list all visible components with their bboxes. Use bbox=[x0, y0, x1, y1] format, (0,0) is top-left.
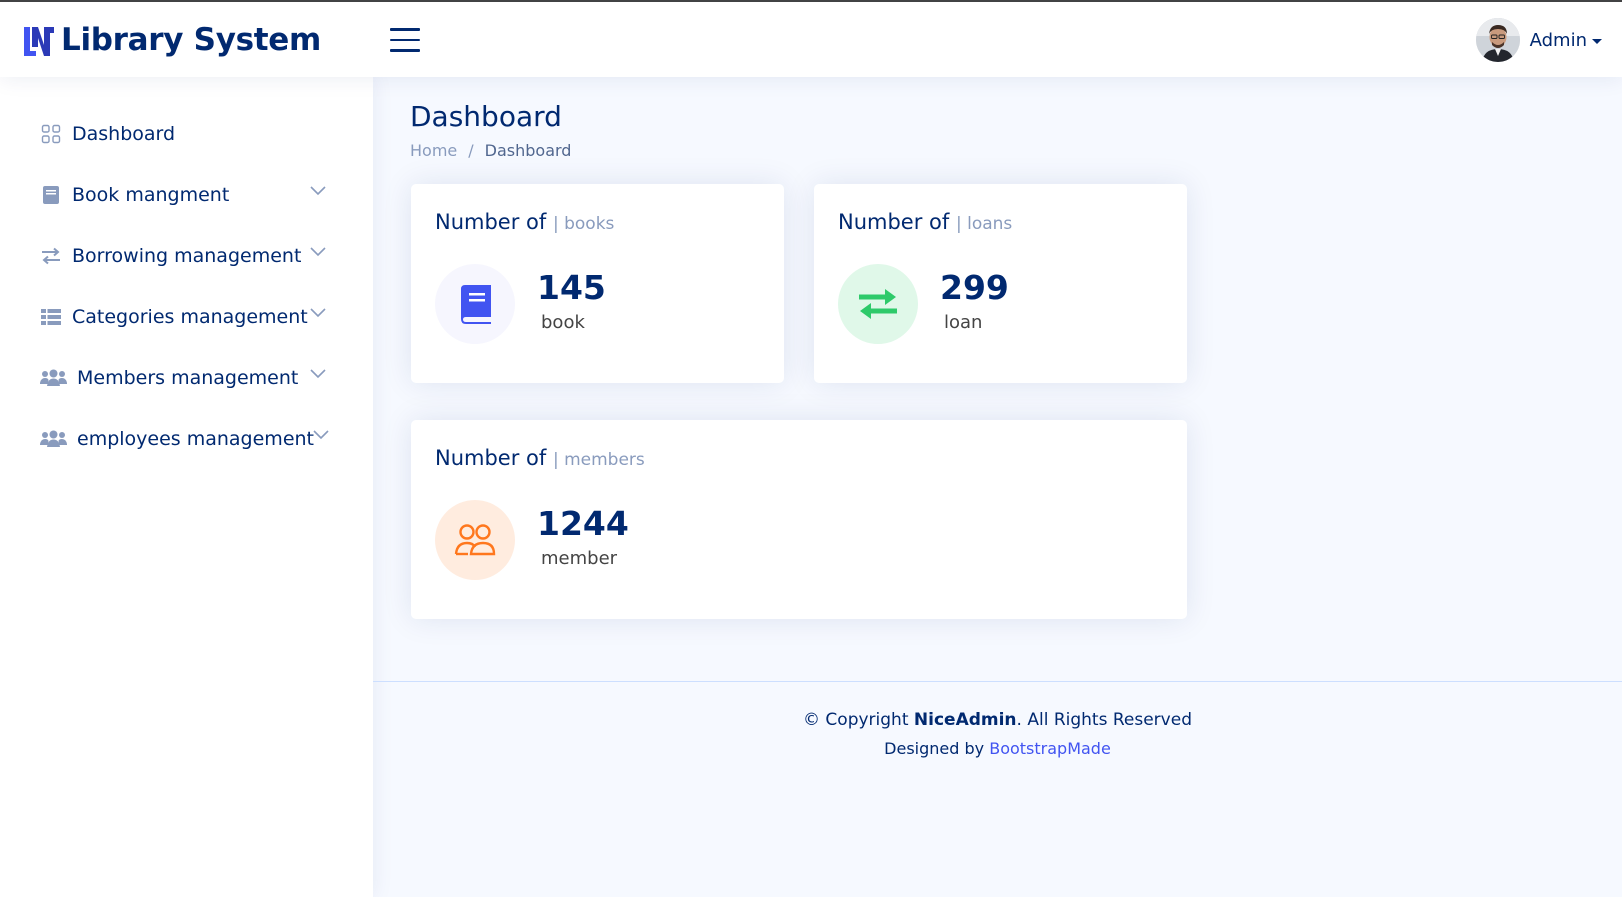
sidebar-item-borrowing-management[interactable]: Borrowing management bbox=[0, 225, 373, 286]
breadcrumb-separator: / bbox=[468, 141, 474, 160]
footer: © Copyright NiceAdmin. All Rights Reserv… bbox=[373, 681, 1622, 758]
card-title-text: Number of bbox=[838, 210, 950, 234]
chevron-down-icon bbox=[310, 369, 326, 379]
card-subtitle: | books bbox=[552, 214, 615, 234]
sidebar-item-label: Members management bbox=[77, 366, 299, 389]
card-title-text: Number of bbox=[435, 210, 547, 234]
sidebar-item-label: Categories management bbox=[72, 305, 308, 328]
breadcrumb-home-link[interactable]: Home bbox=[410, 141, 457, 160]
hamburger-line bbox=[390, 28, 420, 31]
copyright: © Copyright NiceAdmin. All Rights Reserv… bbox=[373, 710, 1622, 730]
arrows-icon bbox=[40, 245, 62, 267]
chevron-down-icon bbox=[310, 186, 326, 196]
people-icon bbox=[40, 428, 67, 450]
members-count: 1244 bbox=[537, 504, 629, 543]
logo[interactable]: Library System bbox=[22, 22, 321, 58]
page-title-section: Dashboard Home / Dashboard bbox=[410, 100, 571, 160]
chevron-down-icon bbox=[313, 430, 329, 440]
copyright-suffix: . All Rights Reserved bbox=[1016, 710, 1192, 730]
card-title: Number of | books bbox=[435, 210, 614, 234]
people-outline-icon bbox=[435, 500, 515, 580]
loans-unit: loan bbox=[944, 312, 983, 333]
sidebar-item-members-management[interactable]: Members management bbox=[0, 347, 373, 408]
sidebar-item-label: employees management bbox=[77, 427, 314, 450]
sidebar-item-book-management[interactable]: Book mangment bbox=[0, 164, 373, 225]
card-title-text: Number of bbox=[435, 446, 547, 470]
designed-by-text: Designed by bbox=[884, 739, 985, 758]
breadcrumb: Home / Dashboard bbox=[410, 141, 571, 160]
card-subtitle: | loans bbox=[955, 214, 1013, 234]
sidebar: Dashboard Book mangment Borrowing manage… bbox=[0, 77, 373, 897]
sidebar-toggle-hamburger-icon[interactable] bbox=[390, 28, 420, 52]
chevron-down-icon bbox=[310, 247, 326, 257]
sidebar-item-categories-management[interactable]: Categories management bbox=[0, 286, 373, 347]
books-count: 145 bbox=[537, 268, 606, 307]
books-card: Number of | books 145 book bbox=[411, 184, 784, 383]
loans-card: Number of | loans 299 loan bbox=[814, 184, 1187, 383]
app-title: Library System bbox=[61, 22, 321, 58]
credits: Designed by BootstrapMade bbox=[373, 739, 1622, 758]
breadcrumb-current: Dashboard bbox=[484, 141, 572, 160]
profile-name: Admin bbox=[1529, 29, 1587, 51]
copyright-prefix: © Copyright bbox=[803, 710, 909, 730]
sidebar-item-label: Dashboard bbox=[72, 122, 176, 145]
books-unit: book bbox=[541, 312, 585, 333]
hamburger-line bbox=[390, 49, 420, 52]
hamburger-line bbox=[390, 38, 420, 41]
card-title: Number of | members bbox=[435, 446, 645, 470]
copyright-brand: NiceAdmin bbox=[913, 710, 1017, 730]
logo-icon bbox=[24, 27, 54, 56]
sidebar-item-label: Book mangment bbox=[72, 183, 230, 206]
book-icon bbox=[40, 184, 62, 206]
card-subtitle: | members bbox=[552, 450, 645, 470]
top-header: Library System Admin bbox=[0, 2, 1622, 77]
swap-arrows-icon bbox=[838, 264, 918, 344]
members-card: Number of | members 1244 member bbox=[411, 420, 1187, 619]
members-unit: member bbox=[541, 548, 618, 569]
card-title: Number of | loans bbox=[838, 210, 1012, 234]
people-icon bbox=[40, 367, 67, 389]
sidebar-item-dashboard[interactable]: Dashboard bbox=[0, 103, 373, 164]
loans-count: 299 bbox=[940, 268, 1009, 307]
chevron-down-icon bbox=[310, 308, 326, 318]
page-title: Dashboard bbox=[410, 100, 562, 133]
book-icon bbox=[435, 264, 515, 344]
avatar bbox=[1475, 18, 1520, 62]
profile-dropdown[interactable]: Admin bbox=[1475, 18, 1602, 62]
sidebar-item-employees-management[interactable]: employees management bbox=[0, 408, 373, 469]
caret-down-icon bbox=[1592, 38, 1602, 44]
avatar-image bbox=[1475, 18, 1520, 62]
grid-icon bbox=[40, 123, 62, 145]
list-icon bbox=[40, 306, 62, 328]
designer-link[interactable]: BootstrapMade bbox=[989, 739, 1111, 758]
sidebar-item-label: Borrowing management bbox=[72, 244, 302, 267]
